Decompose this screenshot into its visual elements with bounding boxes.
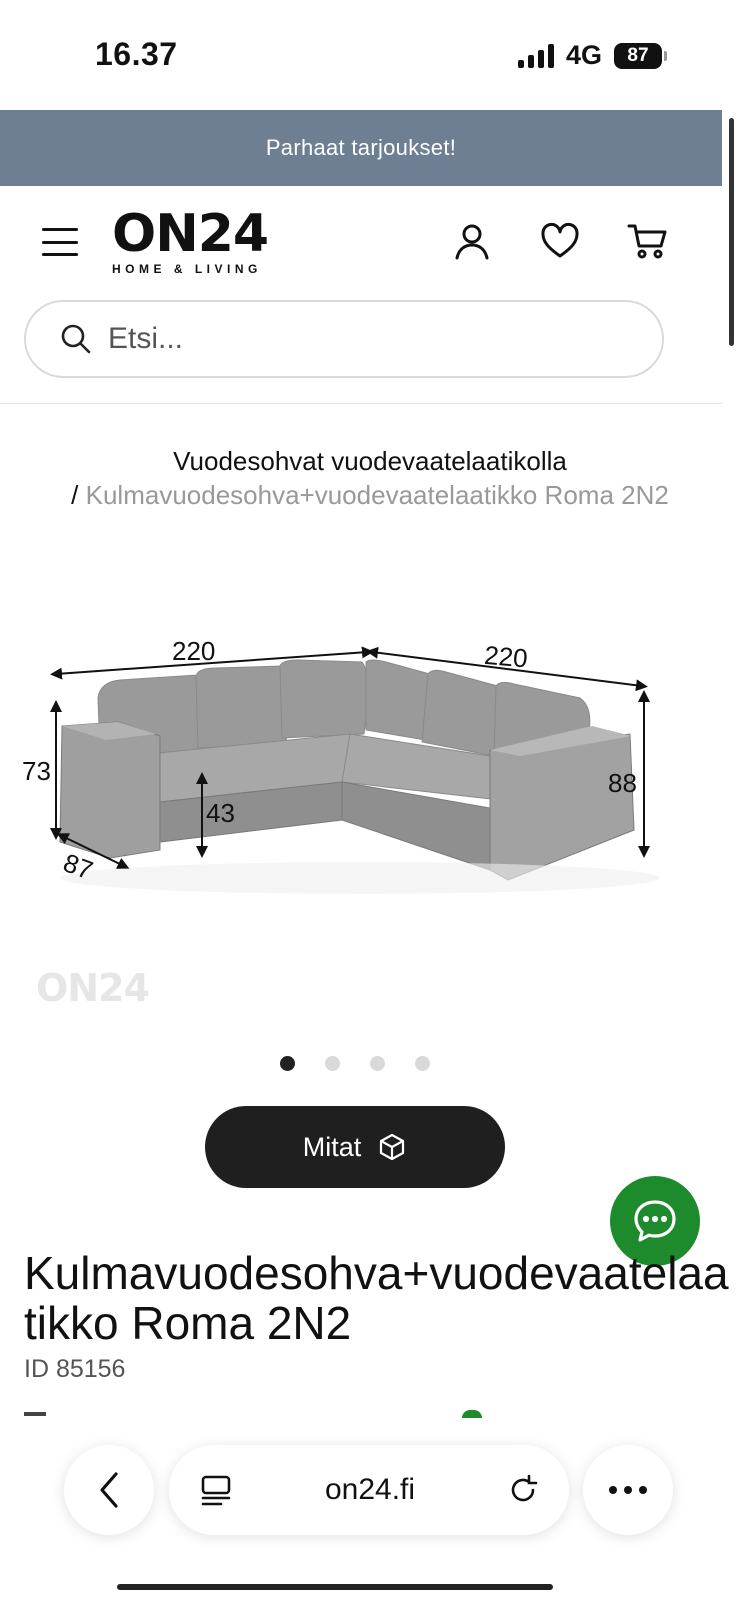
logo-main-text: ON24	[112, 204, 269, 264]
battery-level: 87	[627, 44, 649, 66]
site-logo[interactable]: ON24 HOME & LIVING	[112, 208, 272, 276]
watermark-logo: ON24	[36, 966, 150, 1010]
battery-icon: 87	[614, 42, 667, 69]
address-bar[interactable]: on24.fi	[169, 1445, 569, 1535]
search-icon	[61, 324, 91, 354]
status-bar: 16.37 4G 87	[0, 0, 738, 110]
chevron-left-icon	[100, 1472, 118, 1508]
cart-icon[interactable]	[626, 220, 668, 262]
more-icon	[609, 1486, 647, 1494]
browser-toolbar: on24.fi	[0, 1420, 738, 1600]
dim-width-right: 220	[483, 640, 529, 674]
user-icon[interactable]	[451, 220, 493, 262]
network-type: 4G	[565, 40, 602, 70]
content-peek	[24, 1412, 46, 1416]
gallery-dot-1[interactable]	[280, 1056, 295, 1071]
scrollbar[interactable]	[729, 118, 734, 346]
cube-icon	[380, 1133, 405, 1161]
status-indicators: 4G 87	[517, 40, 667, 71]
gallery-dot-2[interactable]	[325, 1056, 340, 1071]
breadcrumb-current-line: / Kulmavuodesohva+vuodevaatelaatikko Rom…	[20, 478, 720, 512]
menu-icon[interactable]	[42, 228, 78, 256]
product-image[interactable]: 220 220 73 43 88 87	[20, 630, 700, 1010]
product-id: ID 85156	[24, 1355, 126, 1383]
gallery-pagination	[280, 1056, 430, 1071]
status-time: 16.37	[95, 36, 178, 72]
breadcrumb-current: Kulmavuodesohva+vuodevaatelaatikko Roma …	[85, 480, 669, 510]
dimensions-button[interactable]: Mitat	[205, 1106, 505, 1188]
reader-icon[interactable]	[199, 1473, 233, 1507]
heart-icon[interactable]	[539, 220, 581, 262]
product-title: Kulmavuodesohva+vuodevaatelaatikko Roma …	[24, 1248, 729, 1349]
breadcrumb: Vuodesohvat vuodevaatelaatikolla / Kulma…	[20, 444, 720, 512]
promo-banner[interactable]: Parhaat tarjoukset!	[0, 110, 722, 186]
signal-icon	[517, 43, 554, 68]
dimensions-button-label: Mitat	[302, 1131, 362, 1162]
breadcrumb-separator: /	[71, 480, 79, 510]
promo-text: Parhaat tarjoukset!	[265, 135, 457, 160]
chat-icon	[634, 1200, 676, 1242]
reload-icon[interactable]	[507, 1474, 539, 1506]
gallery-dot-4[interactable]	[415, 1056, 430, 1071]
dim-width-left: 220	[172, 636, 215, 666]
search-input[interactable]	[108, 322, 628, 356]
gallery-dot-3[interactable]	[370, 1056, 385, 1071]
back-button[interactable]	[64, 1445, 154, 1535]
more-button[interactable]	[583, 1445, 673, 1535]
site-header: ON24 HOME & LIVING	[0, 186, 722, 296]
search-bar[interactable]	[24, 300, 664, 378]
dim-height-right: 88	[608, 768, 637, 798]
dim-height-left: 73	[22, 756, 51, 786]
logo-sub-text: HOME & LIVING	[112, 262, 262, 276]
dim-seat-height: 43	[206, 798, 235, 828]
home-indicator	[117, 1584, 553, 1590]
header-divider	[0, 403, 722, 404]
stock-indicator	[462, 1410, 482, 1418]
url-text: on24.fi	[324, 1473, 416, 1506]
breadcrumb-parent-link[interactable]: Vuodesohvat vuodevaatelaatikolla	[20, 444, 720, 478]
